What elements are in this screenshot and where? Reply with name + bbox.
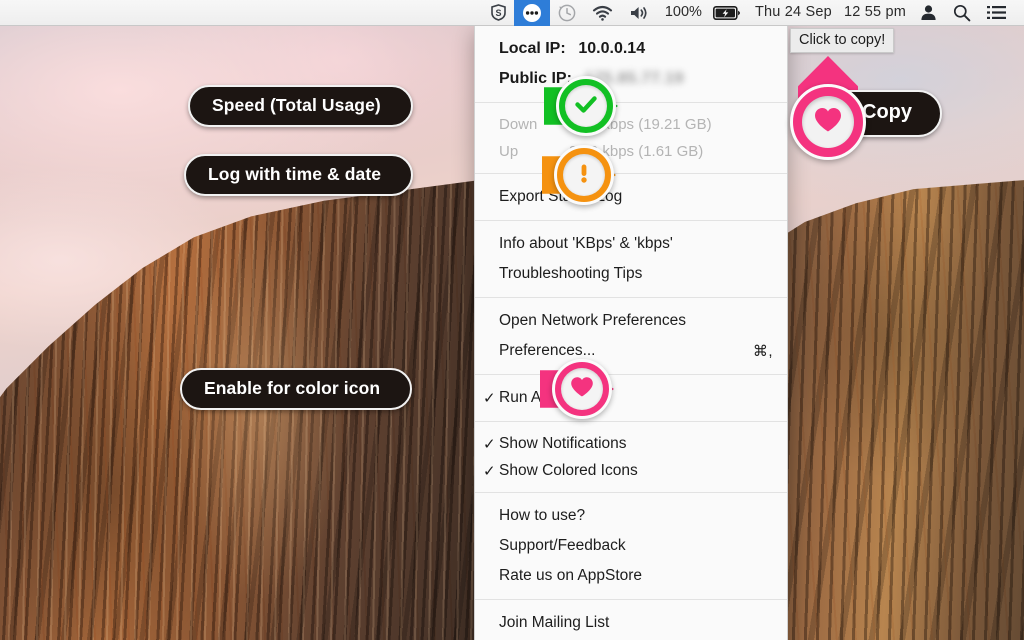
menubar-date-label[interactable]: Thu 24 Sep [749, 0, 838, 26]
network-speed-dots-icon [522, 3, 542, 23]
heart-icon [569, 375, 595, 404]
callout-label-pill: Log with time & date [184, 154, 413, 196]
shield-s-icon: S [491, 4, 506, 21]
menu-item-export-status-log[interactable]: Export Status Log [475, 182, 787, 212]
callout-log: Log with time & date [184, 154, 413, 196]
menu-row-up-stat: Up 8.19 kbps (1.61 GB) [475, 138, 787, 165]
callout-label-pill: Enable for color icon [180, 368, 412, 410]
menu-item-label: Show Colored Icons [499, 462, 638, 480]
copy-badge [790, 84, 866, 160]
copy-label: Copy [862, 101, 912, 123]
menu-item-join-mailing-list[interactable]: Join Mailing List [475, 608, 787, 638]
callout-color-icon: Enable for color icon [180, 368, 412, 410]
menu-row-local-ip[interactable]: Local IP : 10.0.0.14 [475, 34, 787, 64]
menu-item-rate-us-on-appstore[interactable]: Rate us on AppStore [475, 561, 787, 591]
callout-badge-inner [563, 154, 605, 196]
menu-item-label: Show Notifications [499, 435, 627, 453]
menubar-item-network-speed[interactable] [514, 0, 550, 26]
copy-tooltip-label: Click to copy! [799, 32, 885, 48]
menubar-item-spotlight[interactable] [945, 0, 979, 26]
menu-item-show-colored-icons[interactable]: ✓ Show Colored Icons [475, 457, 787, 484]
menu-item-label: Open Network Preferences [499, 312, 686, 330]
exclamation-icon [571, 160, 597, 191]
menu-item-label: Support/Feedback [499, 537, 626, 555]
menubar-item-wifi[interactable] [584, 0, 621, 26]
menubar-item-time-machine[interactable] [550, 0, 584, 26]
menu-item-label: Info about 'KBps' & 'kbps' [499, 235, 673, 253]
copy-badge-inner [802, 96, 854, 148]
battery-charging-icon [713, 6, 741, 20]
callout-label: Speed (Total Usage) [212, 95, 381, 115]
menu-item-show-notifications[interactable]: ✓ Show Notifications [475, 430, 787, 457]
menu-row-down-stat: Down 8.19 kbps (19.21 GB) [475, 111, 787, 138]
menu-item-label: How to use? [499, 507, 585, 525]
speaker-icon [629, 5, 649, 21]
callout-badge [554, 145, 614, 205]
local-ip-value[interactable]: 10.0.0.14 [578, 40, 645, 58]
menu-item-shortcut: ⌘, [753, 342, 773, 360]
public-ip-label: Public IP [499, 70, 567, 88]
person-icon [920, 4, 937, 21]
macos-menu-bar: S [0, 0, 1024, 26]
clock-back-icon [558, 4, 576, 22]
checkmark-icon: ✓ [483, 462, 499, 480]
local-ip-label: Local IP [499, 40, 560, 58]
menu-section-mailing-section: Join Mailing List [475, 600, 787, 640]
search-icon [953, 4, 971, 22]
menu-item-preferences[interactable]: Preferences... ⌘, [475, 336, 787, 366]
menu-section-preferences-section: Open Network Preferences Preferences... … [475, 298, 787, 375]
menu-item-label: Troubleshooting Tips [499, 265, 642, 283]
callout-badge-inner [561, 368, 603, 410]
menu-section-info-section: Info about 'KBps' & 'kbps' Troubleshooti… [475, 221, 787, 298]
menu-section-help-section: How to use? Support/Feedback Rate us on … [475, 493, 787, 600]
callout-label: Log with time & date [208, 164, 381, 184]
menu-item-support-feedback[interactable]: Support/Feedback [475, 531, 787, 561]
menu-item-label: Rate us on AppStore [499, 567, 642, 585]
menubar-item-notification-center[interactable] [979, 0, 1014, 26]
menu-item-info-about-kbps[interactable]: Info about 'KBps' & 'kbps' [475, 229, 787, 259]
menubar-item-user[interactable] [912, 0, 945, 26]
menu-section-display-section: ✓ Show Notifications ✓ Show Colored Icon… [475, 422, 787, 493]
copy-tooltip: Click to copy! [790, 28, 894, 53]
status-menu-panel: Local IP : 10.0.0.14 Public IP : 175.85.… [474, 26, 788, 640]
menu-item-troubleshooting-tips[interactable]: Troubleshooting Tips [475, 259, 787, 289]
menu-item-open-network-preferences[interactable]: Open Network Preferences [475, 306, 787, 336]
menu-item-run-at-start[interactable]: ✓ Run At Start [475, 383, 787, 413]
svg-text:S: S [495, 8, 501, 18]
menu-section-stats-section: Down 8.19 kbps (19.21 GB) Up 8.19 kbps (… [475, 103, 787, 174]
check-icon [572, 90, 600, 123]
callout-badge-inner [565, 85, 607, 127]
callout-badge [552, 359, 612, 419]
menubar-item-shield-s[interactable]: S [483, 0, 514, 26]
menu-section-export-section: Export Status Log [475, 174, 787, 221]
menubar-time-label[interactable]: 12 55 pm [838, 0, 912, 26]
menubar-item-battery[interactable] [705, 0, 749, 26]
desktop-screen: S [0, 0, 1024, 640]
local-ip-colon: : [560, 40, 578, 58]
menu-item-label: Preferences... [499, 342, 596, 360]
wallpaper-rock-right-texture [760, 175, 1024, 640]
menu-item-label: Join Mailing List [499, 614, 609, 632]
callout-speed: Speed (Total Usage) [188, 85, 413, 127]
callout-label-pill: Speed (Total Usage) [188, 85, 413, 127]
menu-section-ip-section: Local IP : 10.0.0.14 Public IP : 175.85.… [475, 26, 787, 103]
menu-item-how-to-use[interactable]: How to use? [475, 501, 787, 531]
wifi-icon [592, 5, 613, 21]
callout-badge [556, 76, 616, 136]
heart-icon [812, 105, 844, 140]
menubar-item-volume[interactable] [621, 0, 657, 26]
battery-percent-label[interactable]: 100% [657, 0, 705, 26]
checkmark-icon: ✓ [483, 435, 499, 453]
checkmark-icon: ✓ [483, 389, 499, 407]
menu-row-public-ip[interactable]: Public IP : 175.85.77.19 [475, 64, 787, 94]
callout-label: Enable for color icon [204, 378, 380, 398]
menu-section-startup-section: ✓ Run At Start [475, 375, 787, 422]
list-icon [987, 5, 1006, 20]
